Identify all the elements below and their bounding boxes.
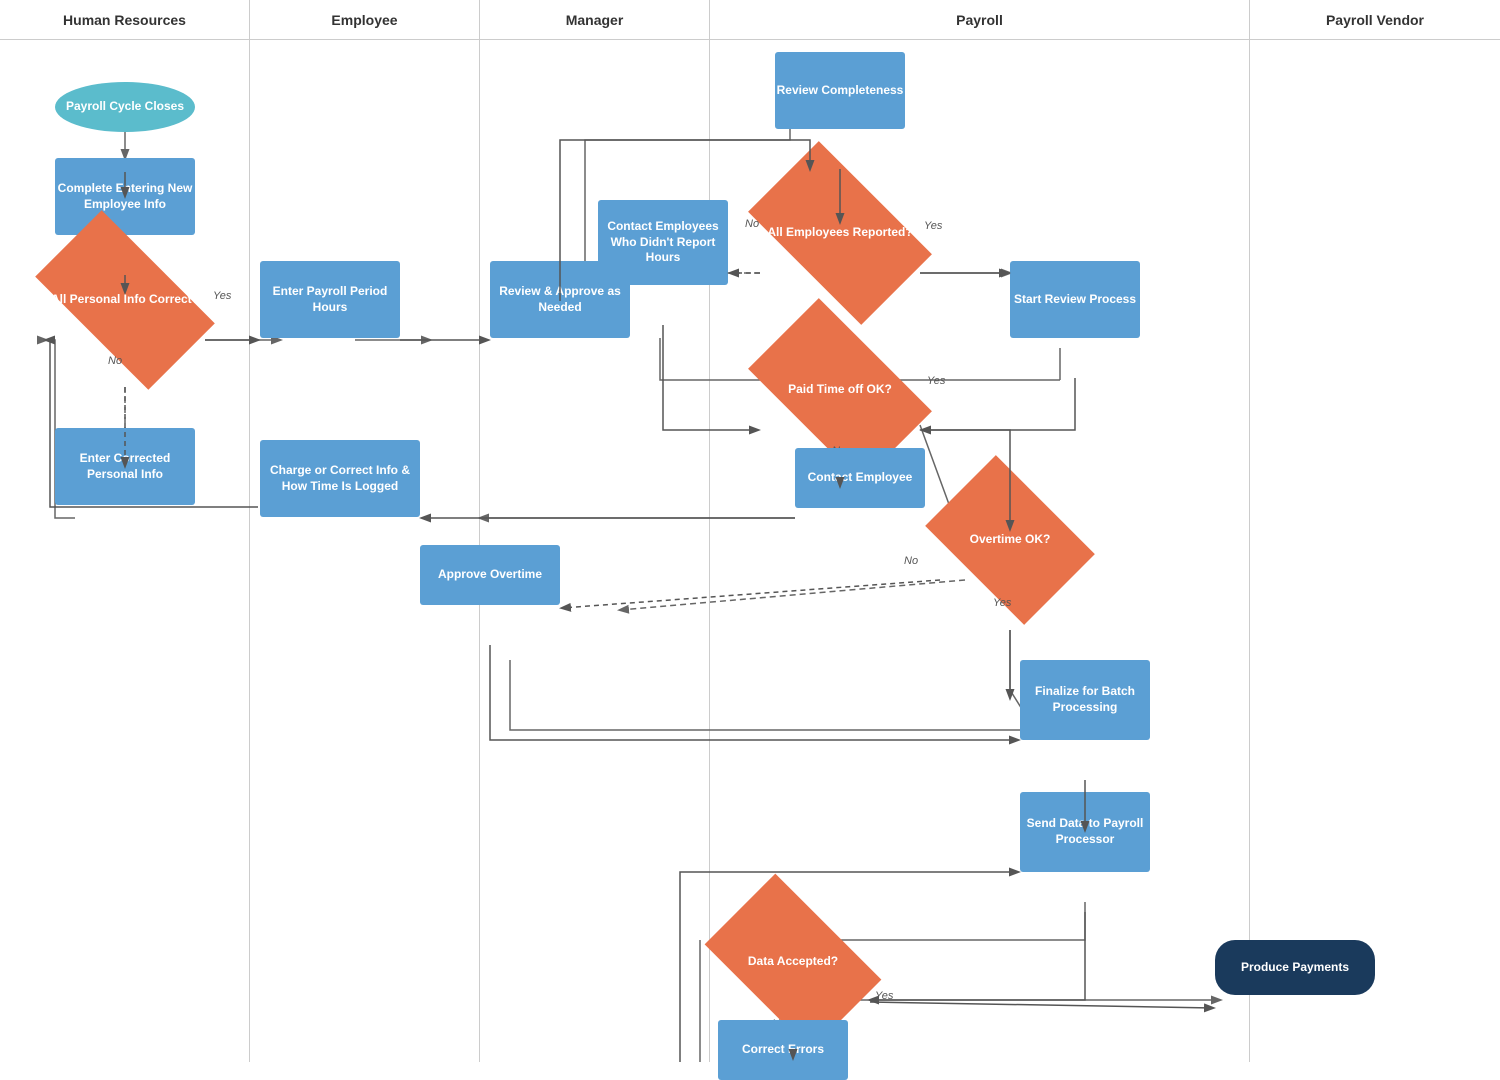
complete-entering-label: Complete Entering New Employee Info [55, 181, 195, 212]
approve-overtime-label: Approve Overtime [438, 567, 542, 583]
paid-time-off-label: Paid Time off OK? [788, 382, 892, 398]
enter-payroll-hours-label: Enter Payroll Period Hours [260, 284, 400, 315]
no-label-personal: No [108, 355, 122, 367]
charge-correct-shape: Charge or Correct Info & How Time Is Log… [260, 440, 420, 517]
lanes-header: Human Resources Employee Manager Payroll… [0, 0, 1500, 40]
lane-header-pv: Payroll Vendor [1250, 0, 1500, 39]
all-employees-reported-label: All Employees Reported? [767, 225, 912, 241]
mgr-label: Manager [566, 12, 624, 28]
no-label-ot: No [904, 555, 918, 567]
charge-correct-label: Charge or Correct Info & How Time Is Log… [260, 463, 420, 494]
review-approve-label: Review & Approve as Needed [490, 284, 630, 315]
approve-overtime-shape: Approve Overtime [420, 545, 560, 605]
emp-label: Employee [331, 12, 397, 28]
pv-label: Payroll Vendor [1326, 12, 1424, 28]
contact-employee-shape: Contact Employee [795, 448, 925, 508]
start-review-label: Start Review Process [1014, 292, 1136, 308]
data-accepted-label: Data Accepted? [748, 954, 838, 970]
lane-header-mgr: Manager [480, 0, 710, 39]
no-label-emp: No [745, 218, 759, 230]
produce-payments-shape: Produce Payments [1215, 940, 1375, 995]
review-completeness-label: Review Completeness [777, 83, 904, 99]
correct-errors-label: Correct Errors [742, 1042, 824, 1058]
lane-header-hr: Human Resources [0, 0, 250, 39]
enter-corrected-shape: Enter Corrected Personal Info [55, 428, 195, 505]
enter-corrected-label: Enter Corrected Personal Info [55, 451, 195, 482]
all-personal-info-shape: All Personal Info Correct? [45, 253, 205, 347]
yes-label-pto: Yes [927, 375, 945, 387]
finalize-batch-label: Finalize for Batch Processing [1020, 684, 1150, 715]
send-data-shape: Send Data to Payroll Processor [1020, 792, 1150, 872]
produce-payments-label: Produce Payments [1241, 960, 1349, 976]
review-completeness-shape: Review Completeness [775, 52, 905, 129]
all-personal-info-label: All Personal Info Correct? [51, 292, 199, 308]
lane-header-emp: Employee [250, 0, 480, 39]
overtime-ok-label: Overtime OK? [970, 532, 1051, 548]
payroll-cycle-shape: Payroll Cycle Closes [55, 82, 195, 132]
yes-label-personal: Yes [213, 290, 231, 302]
paid-time-off-shape: Paid Time off OK? [760, 340, 920, 440]
hr-label: Human Resources [63, 12, 186, 28]
yes-label-da: Yes [875, 990, 893, 1002]
pay-label: Payroll [956, 12, 1003, 28]
contact-employees-label: Contact Employees Who Didn't Report Hour… [598, 219, 728, 266]
contact-employee-label: Contact Employee [808, 470, 913, 486]
yes-label-ot: Yes [993, 597, 1011, 609]
all-employees-reported-shape: All Employees Reported? [760, 183, 920, 283]
lane-header-pay: Payroll [710, 0, 1250, 39]
send-data-label: Send Data to Payroll Processor [1020, 816, 1150, 847]
enter-payroll-hours-shape: Enter Payroll Period Hours [260, 261, 400, 338]
lane-col-pv [1250, 40, 1500, 1062]
contact-employees-shape: Contact Employees Who Didn't Report Hour… [598, 200, 728, 285]
start-review-shape: Start Review Process [1010, 261, 1140, 338]
diagram-container: Human Resources Employee Manager Payroll… [0, 0, 1500, 1062]
correct-errors-shape: Correct Errors [718, 1020, 848, 1080]
finalize-batch-shape: Finalize for Batch Processing [1020, 660, 1150, 740]
payroll-cycle-label: Payroll Cycle Closes [66, 99, 184, 115]
overtime-ok-shape: Overtime OK? [940, 490, 1080, 590]
data-accepted-shape: Data Accepted? [718, 912, 868, 1012]
complete-entering-shape: Complete Entering New Employee Info [55, 158, 195, 235]
yes-label-emp: Yes [924, 220, 942, 232]
